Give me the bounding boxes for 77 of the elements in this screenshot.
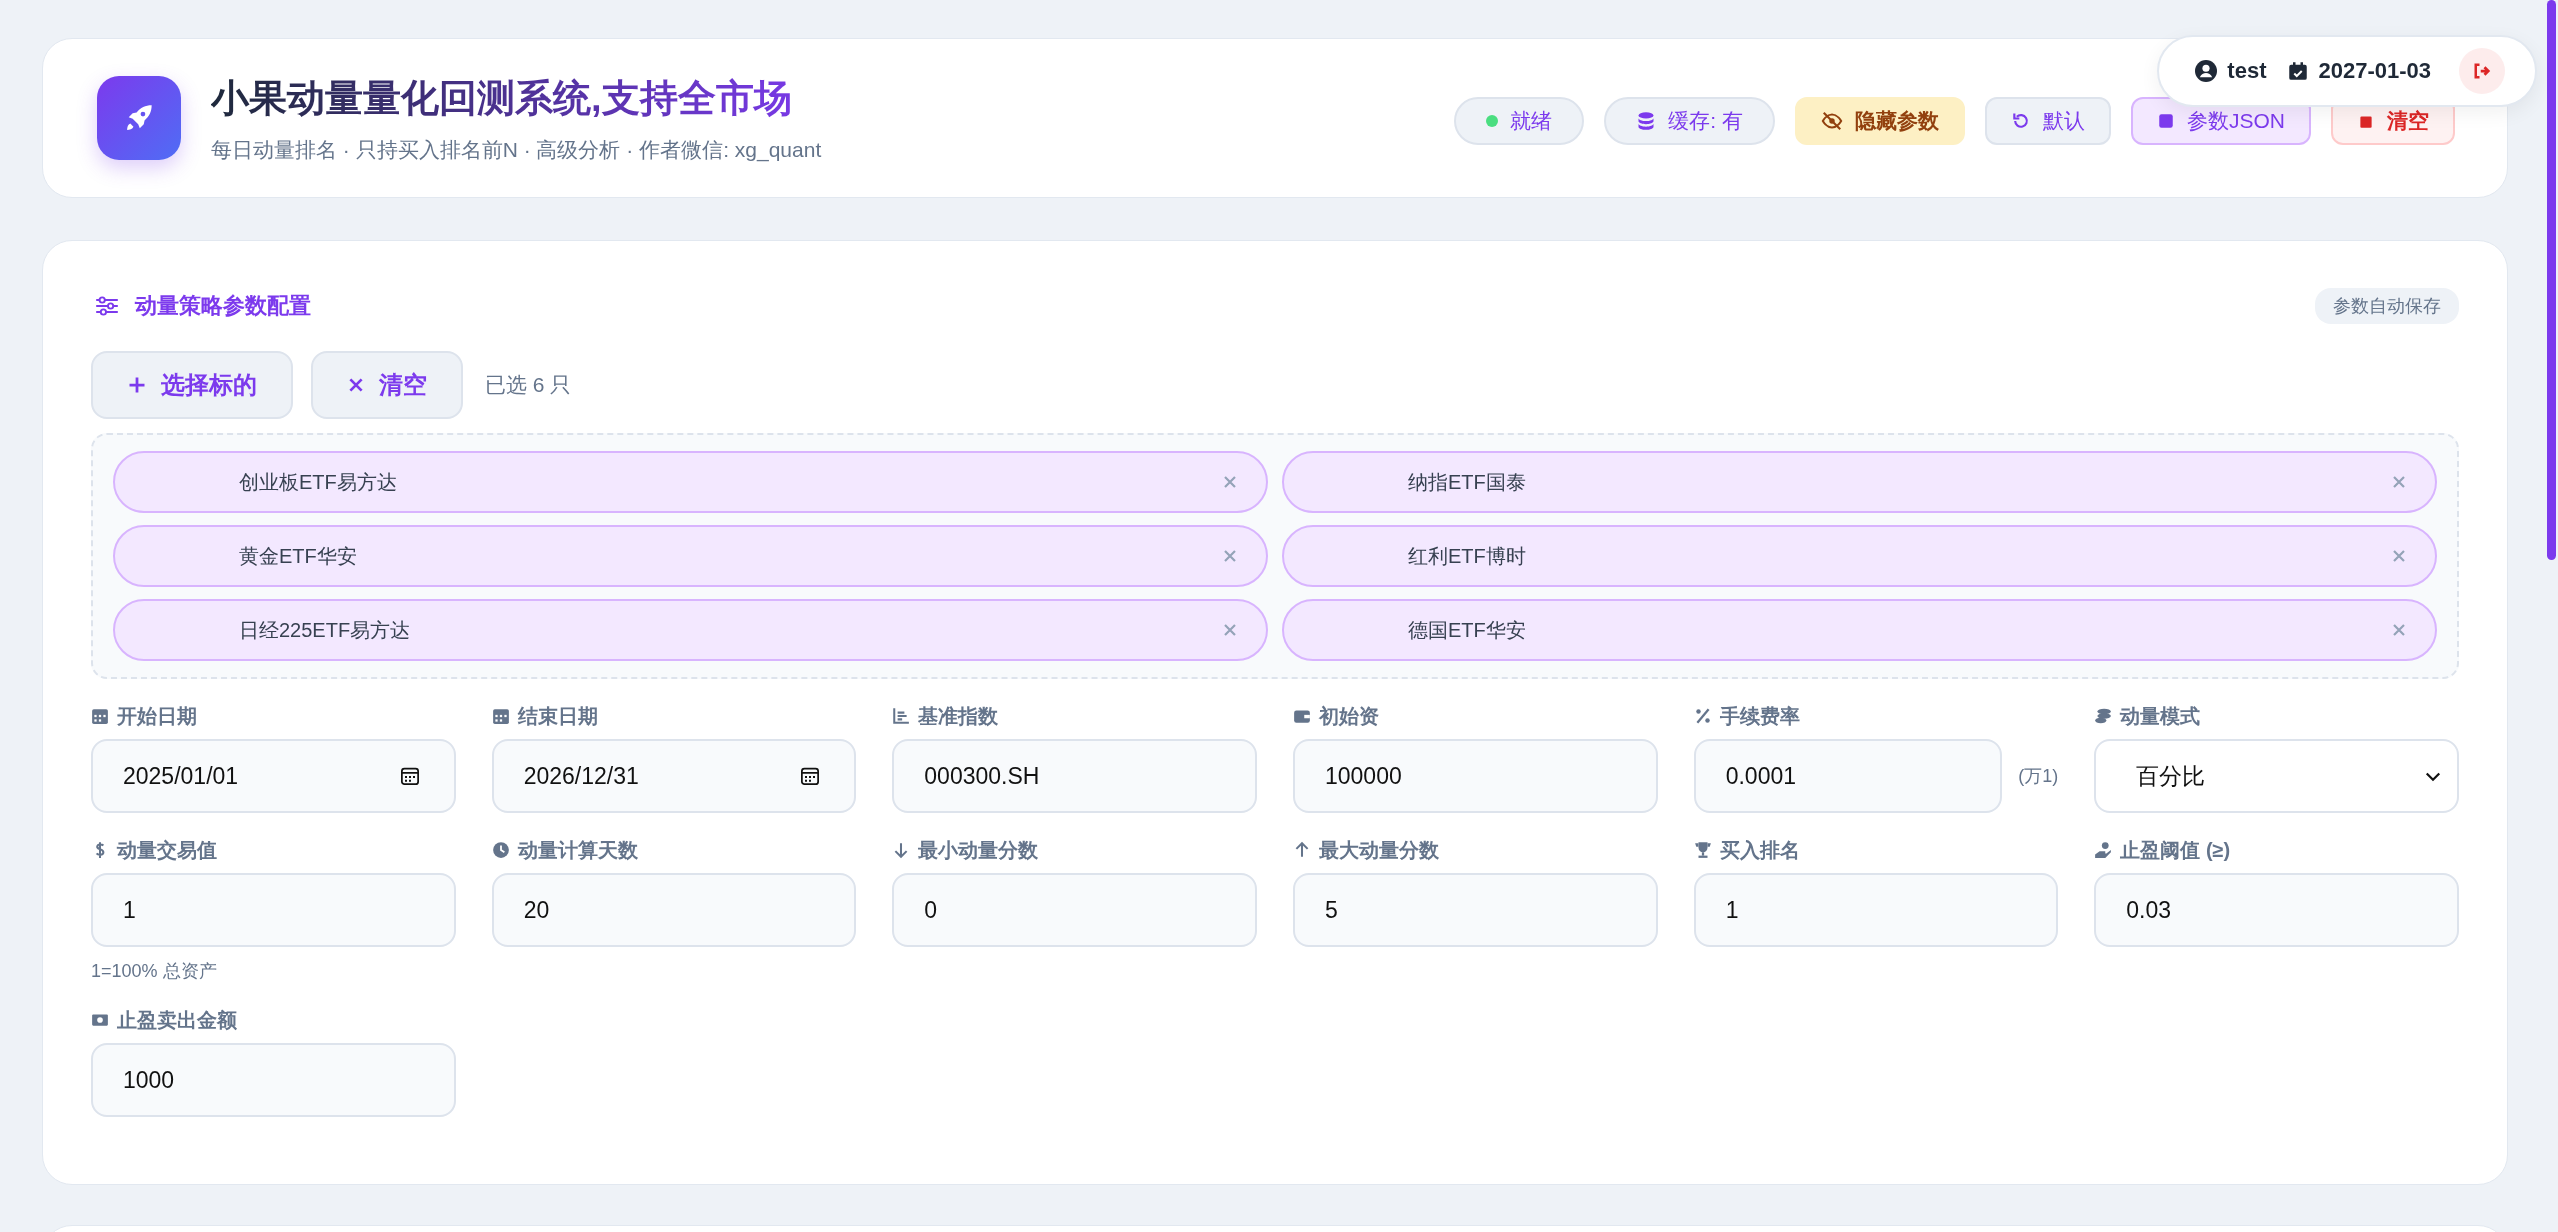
hand-icon bbox=[2094, 841, 2113, 859]
symbol-chip: 黄金ETF华安 bbox=[113, 525, 1268, 587]
input-field[interactable]: 1 bbox=[91, 873, 456, 947]
select-symbols-button[interactable]: 选择标的 bbox=[91, 351, 293, 419]
field-label: 动量模式 bbox=[2120, 703, 2201, 729]
warning-button[interactable]: 隐藏参数 bbox=[1795, 97, 1965, 145]
field-label: 止盈阈值 (≥) bbox=[2120, 837, 2231, 863]
field-label: 最小动量分数 bbox=[918, 837, 1039, 863]
symbol-chip: 纳指ETF国泰 bbox=[1282, 451, 2437, 513]
logout-button[interactable] bbox=[2459, 48, 2505, 94]
field-label: 初始资 bbox=[1319, 703, 1379, 729]
wallet-icon bbox=[1293, 707, 1311, 725]
rocket-icon bbox=[97, 76, 181, 160]
calendar-icon bbox=[399, 766, 420, 786]
remove-icon[interactable] bbox=[2391, 474, 2407, 490]
calendar-icon bbox=[800, 766, 821, 786]
symbol-chip: 日经225ETF易方达 bbox=[113, 599, 1268, 661]
calendar-icon bbox=[2288, 60, 2309, 82]
clear-button[interactable]: 清空 bbox=[311, 351, 463, 419]
field-label: 开始日期 bbox=[117, 703, 197, 729]
remove-icon[interactable] bbox=[1222, 474, 1238, 490]
calendar-icon bbox=[491, 707, 510, 725]
field-hint: 1=100% 总资产 bbox=[91, 960, 218, 983]
cache-badge[interactable]: 缓存: 有 bbox=[1604, 97, 1775, 145]
remove-icon[interactable] bbox=[1222, 622, 1238, 638]
field-label: 止盈卖出金额 bbox=[117, 1007, 237, 1033]
trophy-icon bbox=[1693, 841, 1712, 859]
input-field[interactable]: 100000 bbox=[1293, 739, 1658, 813]
autosave-badge: 参数自动保存 bbox=[2315, 288, 2459, 324]
user-icon bbox=[2195, 60, 2218, 82]
remove-icon[interactable] bbox=[1222, 548, 1238, 564]
input-field[interactable]: 1000 bbox=[91, 1043, 456, 1117]
symbol-chip: 创业板ETF易方达 bbox=[113, 451, 1268, 513]
plus-icon bbox=[127, 375, 147, 395]
close-icon bbox=[347, 376, 365, 394]
undo-icon bbox=[2011, 111, 2031, 131]
input-field[interactable]: 1 bbox=[1693, 873, 2059, 947]
input-field[interactable]: 000300.SH bbox=[892, 739, 1257, 813]
selected-count: 已选 6 只 bbox=[485, 372, 572, 398]
date-field[interactable]: 2025/01/01 bbox=[91, 739, 456, 813]
clock-icon bbox=[491, 841, 510, 859]
chart-icon bbox=[892, 707, 911, 725]
money-icon bbox=[91, 1011, 109, 1029]
mode-select[interactable]: 百分比 bbox=[2094, 739, 2459, 813]
field-label: 结束日期 bbox=[517, 703, 598, 729]
symbol-chip: 红利ETF博时 bbox=[1282, 525, 2437, 587]
section-title: 动量策略参数配置 bbox=[135, 292, 311, 320]
database-icon bbox=[1636, 111, 1657, 131]
field-label: 买入排名 bbox=[1719, 837, 1800, 863]
app-subtitle: 每日动量排名 · 只持买入排名前N · 高级分析 · 作者微信: xg_quant bbox=[211, 136, 822, 164]
expiry-date: 2027-01-03 bbox=[2318, 58, 2431, 84]
coins-icon bbox=[2094, 707, 2113, 725]
logout-icon bbox=[2472, 61, 2492, 81]
field-label: 基准指数 bbox=[918, 703, 999, 729]
input-field[interactable]: 5 bbox=[1293, 873, 1658, 947]
date-field[interactable]: 2026/12/31 bbox=[491, 739, 857, 813]
input-field[interactable]: 20 bbox=[491, 873, 857, 947]
default-button[interactable]: 默认 bbox=[1985, 97, 2111, 145]
username: test bbox=[2227, 58, 2267, 84]
calendar-icon bbox=[91, 707, 109, 725]
input-field[interactable]: 0 bbox=[892, 873, 1257, 947]
field-label: 动量计算天数 bbox=[517, 837, 638, 863]
eye-slash-icon bbox=[1821, 110, 1843, 132]
status-badge[interactable]: 就绪 bbox=[1454, 97, 1585, 145]
field-label: 最大动量分数 bbox=[1319, 837, 1439, 863]
symbol-chip: 德国ETF华安 bbox=[1282, 599, 2437, 661]
sliders-icon bbox=[95, 296, 119, 316]
scrollbar-thumb[interactable] bbox=[2547, 0, 2556, 560]
up-icon bbox=[1293, 841, 1311, 859]
field-label: 手续费率 bbox=[1719, 703, 1800, 729]
input-field[interactable]: 0.03 bbox=[2094, 873, 2459, 947]
input-field[interactable]: 0.0001 bbox=[1693, 739, 2003, 813]
remove-icon[interactable] bbox=[2391, 548, 2407, 564]
remove-icon[interactable] bbox=[2391, 622, 2407, 638]
unit-label: (万1) bbox=[2018, 765, 2059, 788]
percent-icon bbox=[1693, 707, 1712, 725]
field-label: 动量交易值 bbox=[117, 837, 217, 863]
